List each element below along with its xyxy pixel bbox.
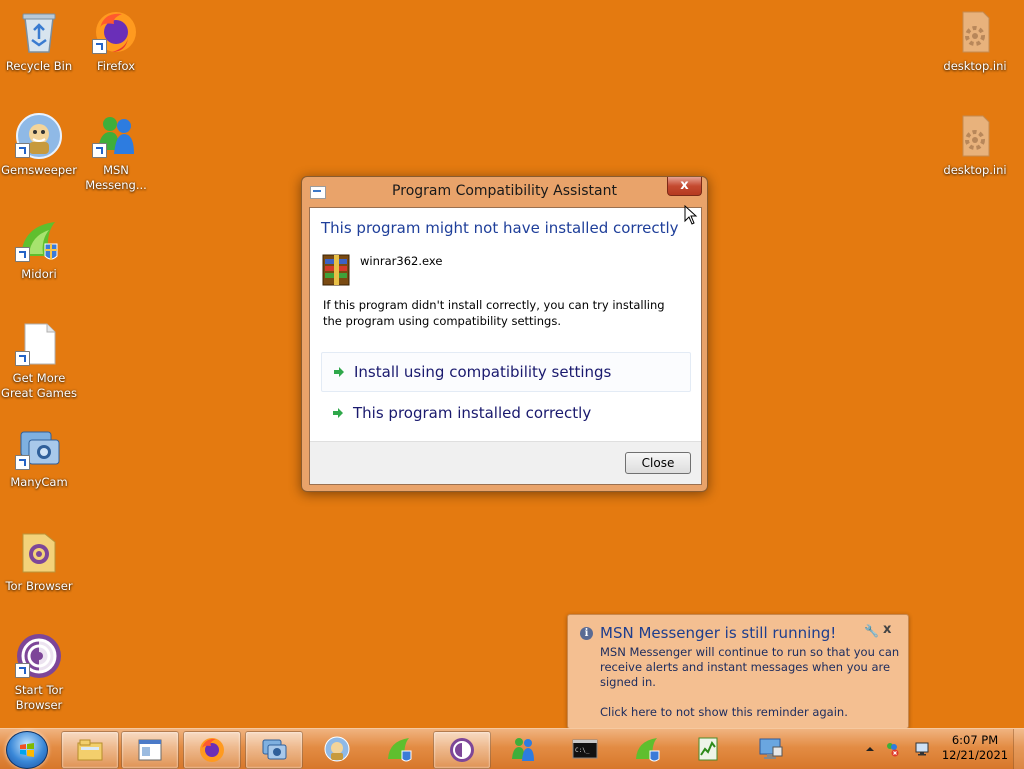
- taskbar-midori[interactable]: [371, 731, 427, 767]
- gemsweeper-icon: [324, 736, 350, 762]
- notification-dismiss-link[interactable]: Click here to not show this reminder aga…: [600, 705, 848, 719]
- shortcut-overlay-icon: [15, 143, 30, 158]
- option-label: Install using compatibility settings: [354, 363, 612, 381]
- firefox-icon: [92, 8, 140, 56]
- taskbar-firefox[interactable]: [183, 731, 241, 769]
- desktop-icon-firefox[interactable]: Firefox: [77, 8, 155, 74]
- dialog-footer: Close: [310, 441, 701, 484]
- taskbar-explorer[interactable]: [61, 731, 119, 769]
- shortcut-overlay-icon: [92, 39, 107, 54]
- taskbar-gemsweeper[interactable]: [309, 731, 365, 767]
- desktop-icon-label: ManyCam: [10, 475, 68, 489]
- close-window-button[interactable]: x: [667, 177, 702, 196]
- winrar-icon: [322, 254, 350, 286]
- shortcut-overlay-icon: [15, 247, 30, 262]
- dialog-content: This program might not have installed co…: [309, 207, 702, 485]
- windows-logo-icon: [20, 743, 34, 757]
- desktop-icon-label: Gemsweeper: [1, 163, 77, 177]
- show-desktop-button[interactable]: [1013, 729, 1024, 769]
- midori-icon: [388, 738, 412, 762]
- dialog-description: If this program didn't install correctly…: [323, 298, 665, 328]
- shortcut-overlay-icon: [92, 143, 107, 158]
- taskbar-msn-messenger[interactable]: [495, 731, 551, 767]
- dialog-heading: This program might not have installed co…: [321, 219, 679, 237]
- system-clock[interactable]: 6:07 PM 12/21/2021: [940, 733, 1010, 763]
- settings-file-icon: [951, 112, 999, 160]
- explorer-icon: [77, 739, 103, 761]
- desktop-icon-midori[interactable]: Midori: [0, 216, 78, 282]
- taskbar-window[interactable]: [121, 731, 179, 769]
- desktop-icon-label: desktop.ini: [943, 59, 1007, 73]
- taskbar-monitor-app[interactable]: [681, 731, 737, 767]
- midori-icon: [636, 738, 660, 762]
- msn-messenger-icon: [92, 112, 140, 160]
- shortcut-overlay-icon: [15, 455, 30, 470]
- window-icon: [138, 739, 162, 761]
- tor-browser-icon: [15, 632, 63, 680]
- installed-correctly-option[interactable]: This program installed correctly: [321, 394, 689, 432]
- network-icon[interactable]: [914, 741, 930, 757]
- gemsweeper-icon: [15, 112, 63, 160]
- wrench-icon[interactable]: 🔧: [864, 624, 879, 638]
- taskbar-remote-desktop[interactable]: [743, 731, 799, 767]
- monitor-app-icon: [698, 737, 718, 761]
- taskbar: C:\_ 6:07 PM 12/21/2021: [0, 728, 1024, 769]
- msn-notification[interactable]: i MSN Messenger is still running! 🔧 x MS…: [567, 614, 909, 742]
- firefox-icon: [200, 738, 224, 762]
- document-icon: [15, 320, 63, 368]
- desktop-icon-label: Tor Browser: [5, 579, 73, 593]
- command-prompt-icon: C:\_: [572, 739, 598, 759]
- desktop-icon-recycle-bin[interactable]: Recycle Bin: [0, 8, 78, 74]
- mouse-cursor-icon: [684, 205, 698, 225]
- close-button[interactable]: Close: [625, 452, 691, 474]
- clock-date: 12/21/2021: [941, 748, 1009, 762]
- notification-title: MSN Messenger is still running!: [600, 624, 837, 642]
- notification-body: MSN Messenger will continue to run so th…: [600, 645, 900, 689]
- show-hidden-icons-chevron-icon[interactable]: [862, 741, 878, 757]
- desktop-icon-label: Firefox: [96, 59, 136, 73]
- option-label: This program installed correctly: [353, 404, 592, 422]
- manycam-icon: [15, 424, 63, 472]
- tor-browser-icon: [450, 738, 474, 762]
- desktop-icon-label: Get More Great Games: [1, 371, 77, 400]
- desktop-icon-label: Start Tor Browser: [14, 683, 64, 712]
- taskbar-tor-browser[interactable]: [433, 731, 491, 769]
- remote-desktop-icon: [759, 738, 783, 759]
- green-arrow-icon: [333, 408, 343, 418]
- desktop-icon-label: Midori: [21, 267, 57, 281]
- tor-folder-icon: [15, 528, 63, 576]
- desktop-icon-start-tor-browser[interactable]: Start Tor Browser: [0, 632, 78, 713]
- desktop-icon-tor-browser-folder[interactable]: Tor Browser: [0, 528, 78, 594]
- desktop-icon-label: desktop.ini: [943, 163, 1007, 177]
- taskbar-manycam[interactable]: [245, 731, 303, 769]
- clock-time: 6:07 PM: [951, 733, 999, 747]
- info-icon: i: [580, 627, 593, 640]
- shortcut-overlay-icon: [15, 351, 30, 366]
- desktop-icon-label: Recycle Bin: [5, 59, 73, 73]
- settings-file-icon: [951, 8, 999, 56]
- msn-tray-icon[interactable]: [884, 741, 900, 757]
- recycle-bin-icon: [15, 8, 63, 56]
- desktop-icon-desktop-ini-1[interactable]: desktop.ini: [936, 8, 1014, 74]
- msn-messenger-icon: [512, 738, 534, 761]
- dialog-title: Program Compatibility Assistant: [392, 183, 617, 199]
- taskbar-midori-2[interactable]: [619, 731, 675, 767]
- notification-close-button[interactable]: x: [883, 622, 891, 637]
- shortcut-overlay-icon: [15, 663, 30, 678]
- install-compatibility-option[interactable]: Install using compatibility settings: [321, 352, 691, 392]
- program-name: winrar362.exe: [360, 254, 443, 268]
- desktop-icon-label: MSN Messeng...: [85, 163, 147, 192]
- desktop-icon-desktop-ini-2[interactable]: desktop.ini: [936, 112, 1014, 178]
- taskbar-command-prompt[interactable]: C:\_: [557, 731, 613, 767]
- desktop-icon-msn-messenger[interactable]: MSN Messeng...: [77, 112, 155, 193]
- desktop-icon-gemsweeper[interactable]: Gemsweeper: [0, 112, 78, 178]
- green-arrow-icon: [334, 367, 344, 377]
- manycam-icon: [262, 739, 287, 760]
- midori-icon: [15, 216, 63, 264]
- desktop-icon-get-more-games[interactable]: Get More Great Games: [0, 320, 78, 401]
- desktop-icon-manycam[interactable]: ManyCam: [0, 424, 78, 490]
- start-button[interactable]: [6, 731, 48, 769]
- compatibility-dialog: Program Compatibility Assistant x This p…: [301, 176, 708, 492]
- svg-text:C:\_: C:\_: [575, 747, 590, 754]
